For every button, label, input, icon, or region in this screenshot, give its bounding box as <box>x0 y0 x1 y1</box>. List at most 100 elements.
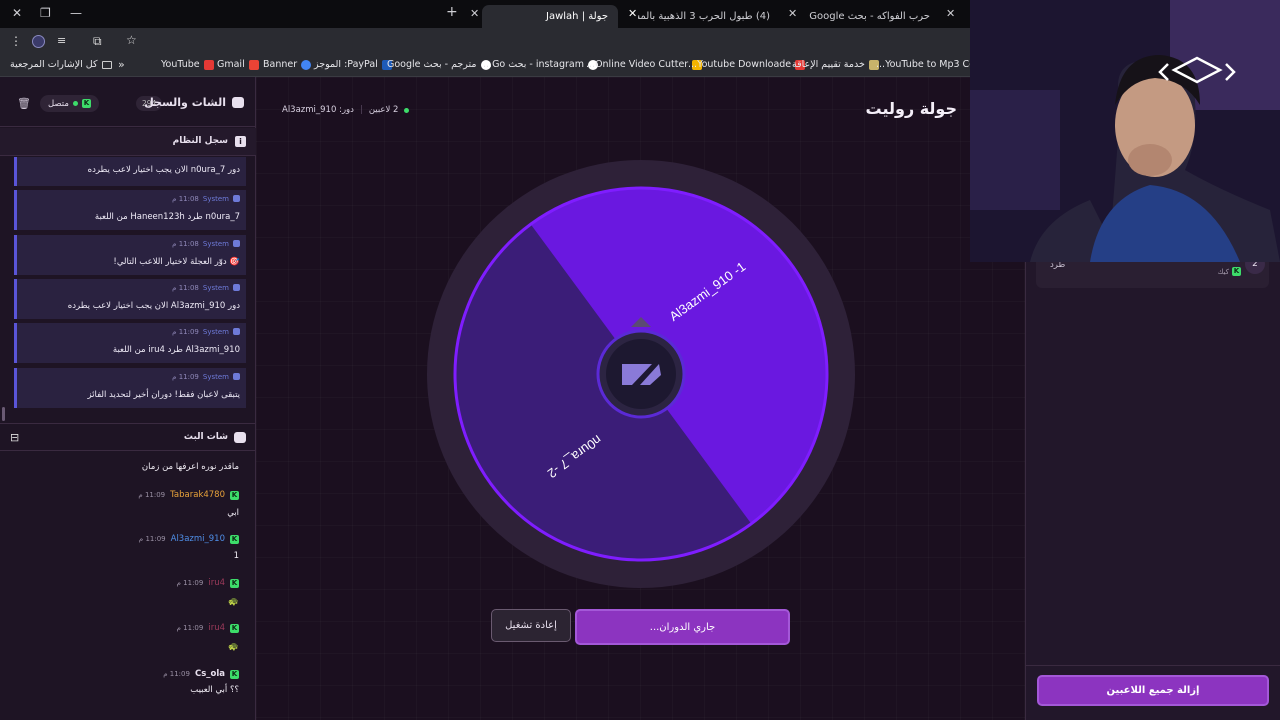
collapse-icon[interactable]: ⊟ <box>10 431 19 444</box>
chat-username[interactable]: iru4 <box>208 623 225 633</box>
close-tab-icon[interactable]: ✕ <box>946 7 955 20</box>
new-tab-icon[interactable]: + <box>446 4 458 20</box>
chat-username[interactable]: iru4 <box>208 578 225 588</box>
roulette-wheel[interactable]: Al3azmi_910 -1 n0ura_7 -2 <box>426 159 856 589</box>
kick-icon: K <box>230 534 239 544</box>
status-text: متصل <box>48 98 69 109</box>
folder-icon <box>101 60 112 69</box>
bookmark-label: كل الإشارات المرجعية <box>10 59 98 70</box>
bot-icon <box>233 373 240 380</box>
minimize-window-icon[interactable]: — <box>70 6 82 20</box>
bookmark-label: YouTube <box>161 59 200 70</box>
close-window-icon[interactable]: ✕ <box>12 6 22 20</box>
bookmark-banner[interactable]: Banner <box>263 59 312 70</box>
info-icon: i <box>235 136 246 147</box>
chevron-icon[interactable]: » <box>118 58 125 71</box>
player-card: طرد K كيك 2 <box>1036 254 1269 288</box>
youtube-icon <box>203 59 214 70</box>
chat-message-meta: Kiru4 11:09 م <box>177 578 239 588</box>
tab-label: حرب الفواكه - بحث Google <box>809 11 930 22</box>
remove-all-players-button[interactable]: إزالة جميع اللاعبين <box>1037 675 1269 706</box>
message-text: Al3azmi_910 طرد iru4 من اللعبة <box>112 345 240 355</box>
browser-tab-strip: ✕ ❐ — + حرب الفواكه - بحث Google ✕ (4) ط… <box>0 0 970 28</box>
webcam-overlay <box>970 0 1280 262</box>
bookmark-video-cutter[interactable]: Online Video Cutter... <box>586 59 703 70</box>
bookmark-disability[interactable]: خدمة تقييم الإعاقة <box>792 59 879 70</box>
menu-icon[interactable]: ⋮ <box>10 34 22 48</box>
tab-youtube[interactable]: (4) طبول الحرب 3 الذهبية بالمشا... <box>638 5 780 28</box>
system-message: دور n0ura_7 الان يجب اختيار لاعب يطرده <box>14 157 246 186</box>
kick-icon: K <box>230 490 239 500</box>
system-message: System 11:09 م يتبقى لاعبان فقط! دوران أخ… <box>14 368 246 408</box>
close-tab-icon[interactable]: ✕ <box>470 7 479 20</box>
chat-username[interactable]: Al3azmi_910 <box>171 534 225 544</box>
media-controls-icon[interactable]: ≡ <box>57 34 66 47</box>
panel-title: الشات والسجل <box>144 96 226 109</box>
all-bookmarks[interactable]: كل الإشارات المرجعية <box>10 59 112 70</box>
message-text: n0ura_7 طرد Haneen123h من اللعبة <box>94 212 240 222</box>
bookmark-label: خدمة تقييم الإعاقة <box>792 59 865 70</box>
bookmarks-bar: كل الإشارات المرجعية » YouTube Gmail Ban… <box>0 55 990 77</box>
current-turn: دور: Al3azmi_910 <box>282 105 354 115</box>
system-message: System 11:09 م Al3azmi_910 طرد iru4 من ال… <box>14 323 246 363</box>
bookmark-yt-downloader[interactable]: Youtube Downloade... <box>688 59 806 70</box>
online-dot <box>72 101 78 106</box>
message-text: دور Al3azmi_910 الان يجب اختيار لاعب يطر… <box>67 301 240 311</box>
message-sender: System <box>202 284 229 292</box>
tab-jawlah[interactable]: جولة | Jawlah <box>482 5 618 28</box>
chat-icon <box>234 432 246 443</box>
platform-label: كيك <box>1217 267 1229 276</box>
kick-icon: K <box>230 578 239 588</box>
players-panel: طرد K كيك 2 إزالة جميع اللاعبين <box>1025 254 1280 720</box>
bookmark-instagram[interactable]: instagram - بحث Go... <box>483 59 599 70</box>
spin-button[interactable]: جاري الدوران... <box>575 609 790 645</box>
divider <box>1026 665 1280 666</box>
bookmark-paypal[interactable]: PayPal: الموجز <box>314 59 392 70</box>
restore-window-icon[interactable]: ❐ <box>40 6 51 20</box>
message-time: 11:09 م <box>172 373 199 381</box>
system-log-title: سجل النظام <box>172 136 228 146</box>
bookmark-youtube[interactable]: YouTube <box>161 59 214 70</box>
players-count: 2 لاعبين <box>368 105 399 115</box>
bookmark-gmail[interactable]: Gmail <box>217 59 259 70</box>
kick-icon: K <box>230 669 239 679</box>
chat-message-text: 🐢 <box>228 597 239 607</box>
chat-time: 11:09 م <box>176 624 204 632</box>
chat-message-text: ؟؟ أبي العبيب <box>190 685 239 695</box>
message-body: دوّر العجلة لاختيار اللاعب التالي! <box>113 257 227 267</box>
game-info: 2 لاعبين | دور: Al3azmi_910 <box>282 105 410 115</box>
bookmark-translate[interactable]: مترجم - بحث Google <box>387 59 491 70</box>
message-time: 11:08 م <box>172 284 199 292</box>
extensions-icon[interactable]: ⧉ <box>93 34 102 49</box>
stream-chat-title: شات البث <box>183 432 228 442</box>
globe-icon <box>301 59 312 70</box>
chat-username[interactable]: Tabarak4780 <box>170 490 225 500</box>
chat-message-text: 🐢 <box>228 642 239 652</box>
system-message: System 11:08 م 🎯 دوّر العجلة لاختيار اللا… <box>14 235 246 275</box>
game-area: جولة روليت 2 لاعبين | دور: Al3azmi_910 A… <box>256 77 1025 720</box>
profile-avatar[interactable] <box>32 35 45 48</box>
close-tab-icon[interactable]: ✕ <box>788 7 797 20</box>
close-tab-icon[interactable]: ✕ <box>628 7 637 20</box>
message-sender: System <box>202 373 229 381</box>
system-message: System 11:08 م n0ura_7 طرد Haneen123h من … <box>14 190 246 230</box>
message-text: دور n0ura_7 الان يجب اختيار لاعب يطرده <box>87 165 240 175</box>
restart-button[interactable]: إعادة تشغيل <box>491 609 571 642</box>
message-text: يتبقى لاعبان فقط! دوران أخير لتحديد الفا… <box>87 390 240 400</box>
trash-icon[interactable]: 🗑 <box>17 97 31 110</box>
chat-message-meta: K Cs_ola 11:09 م <box>163 669 239 679</box>
system-log-header: سجل النظام i <box>0 128 256 156</box>
tab-google-search[interactable]: حرب الفواكه - بحث Google <box>775 5 940 28</box>
bot-icon <box>233 195 240 202</box>
chat-message-text: ابي <box>227 508 239 518</box>
bookmark-star-icon[interactable]: ☆ <box>126 33 137 47</box>
chat-message-meta: Kiru4 11:09 م <box>177 623 239 633</box>
chat-username[interactable]: Cs_ola <box>195 669 225 679</box>
chat-time: 11:09 م <box>138 491 166 499</box>
chat-icon <box>232 97 244 108</box>
bot-icon <box>233 328 240 335</box>
scrollbar[interactable] <box>2 407 5 421</box>
bookmark-label: Online Video Cutter... <box>586 59 689 70</box>
webcam-feed-image <box>970 0 1280 262</box>
chat-message-meta: K Tabarak4780 11:09 م <box>138 490 239 500</box>
